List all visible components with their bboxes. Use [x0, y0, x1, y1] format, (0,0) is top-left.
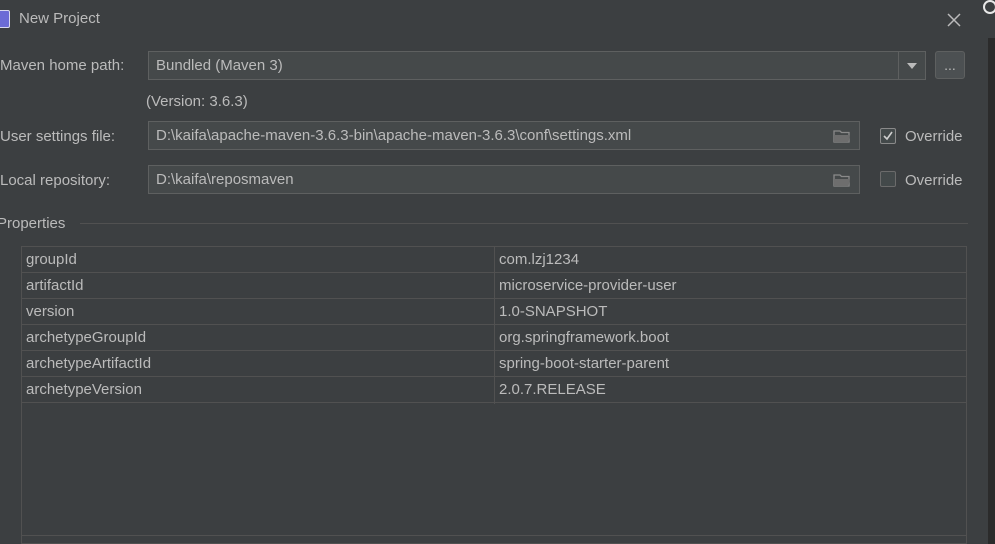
window-title: New Project: [19, 10, 100, 27]
checkmark-icon: [883, 131, 893, 141]
maven-version-text: (Version: 3.6.3): [146, 93, 248, 110]
property-key: archetypeVersion: [26, 381, 142, 398]
settings-override-checkbox[interactable]: [880, 128, 896, 144]
property-value[interactable]: com.lzj1234: [499, 247, 579, 272]
user-settings-field[interactable]: D:\kaifa\apache-maven-3.6.3-bin\apache-m…: [148, 121, 860, 150]
background-window-strip: [988, 38, 995, 544]
folder-icon[interactable]: [833, 129, 851, 143]
local-repository-label: Local repository:: [0, 172, 111, 189]
properties-section-title: Properties: [0, 215, 66, 232]
local-repository-field[interactable]: D:\kaifa\reposmaven: [148, 165, 860, 194]
property-key: archetypeGroupId: [26, 329, 147, 346]
maven-home-label: Maven home path:: [0, 57, 125, 74]
app-icon: [0, 10, 10, 28]
property-key: archetypeArtifactId: [26, 355, 152, 372]
background-window-edge: [983, 0, 995, 14]
table-row[interactable]: archetypeArtifactId spring-boot-starter-…: [22, 351, 966, 377]
browse-button-label: ...: [944, 57, 956, 73]
property-key: groupId: [26, 251, 77, 268]
property-value[interactable]: spring-boot-starter-parent: [499, 351, 669, 376]
table-row[interactable]: archetypeGroupId org.springframework.boo…: [22, 325, 966, 351]
close-button[interactable]: [942, 8, 966, 32]
table-row[interactable]: archetypeVersion 2.0.7.RELEASE: [22, 377, 966, 403]
maven-home-combobox[interactable]: Bundled (Maven 3): [148, 51, 900, 80]
property-key: version: [26, 303, 75, 320]
close-icon: [947, 13, 961, 27]
settings-override-label: Override: [905, 128, 963, 145]
property-key: artifactId: [26, 277, 84, 294]
maven-home-browse-button[interactable]: ...: [935, 51, 965, 79]
repository-override-checkbox[interactable]: [880, 171, 896, 187]
table-row[interactable]: version 1.0-SNAPSHOT: [22, 299, 966, 325]
maven-home-dropdown-button[interactable]: [898, 51, 926, 80]
table-row[interactable]: artifactId microservice-provider-user: [22, 273, 966, 299]
user-settings-label: User settings file:: [0, 128, 116, 145]
chevron-down-icon: [907, 62, 917, 69]
local-repository-value: D:\kaifa\reposmaven: [156, 171, 294, 188]
repository-override-label: Override: [905, 172, 963, 189]
property-value[interactable]: microservice-provider-user: [499, 273, 677, 298]
user-settings-value: D:\kaifa\apache-maven-3.6.3-bin\apache-m…: [156, 127, 632, 144]
table-bottom-border: [22, 535, 966, 536]
title-bar: New Project: [0, 0, 995, 38]
property-value[interactable]: 1.0-SNAPSHOT: [499, 299, 607, 324]
section-divider: [80, 223, 968, 224]
property-value[interactable]: org.springframework.boot: [499, 325, 669, 350]
table-row[interactable]: groupId com.lzj1234: [22, 247, 966, 273]
folder-icon[interactable]: [833, 173, 851, 187]
properties-table[interactable]: groupId com.lzj1234 artifactId microserv…: [21, 246, 967, 544]
maven-home-value: Bundled (Maven 3): [156, 57, 283, 74]
property-value[interactable]: 2.0.7.RELEASE: [499, 377, 606, 402]
new-project-dialog: New Project Maven home path: Bundled (Ma…: [0, 0, 995, 544]
